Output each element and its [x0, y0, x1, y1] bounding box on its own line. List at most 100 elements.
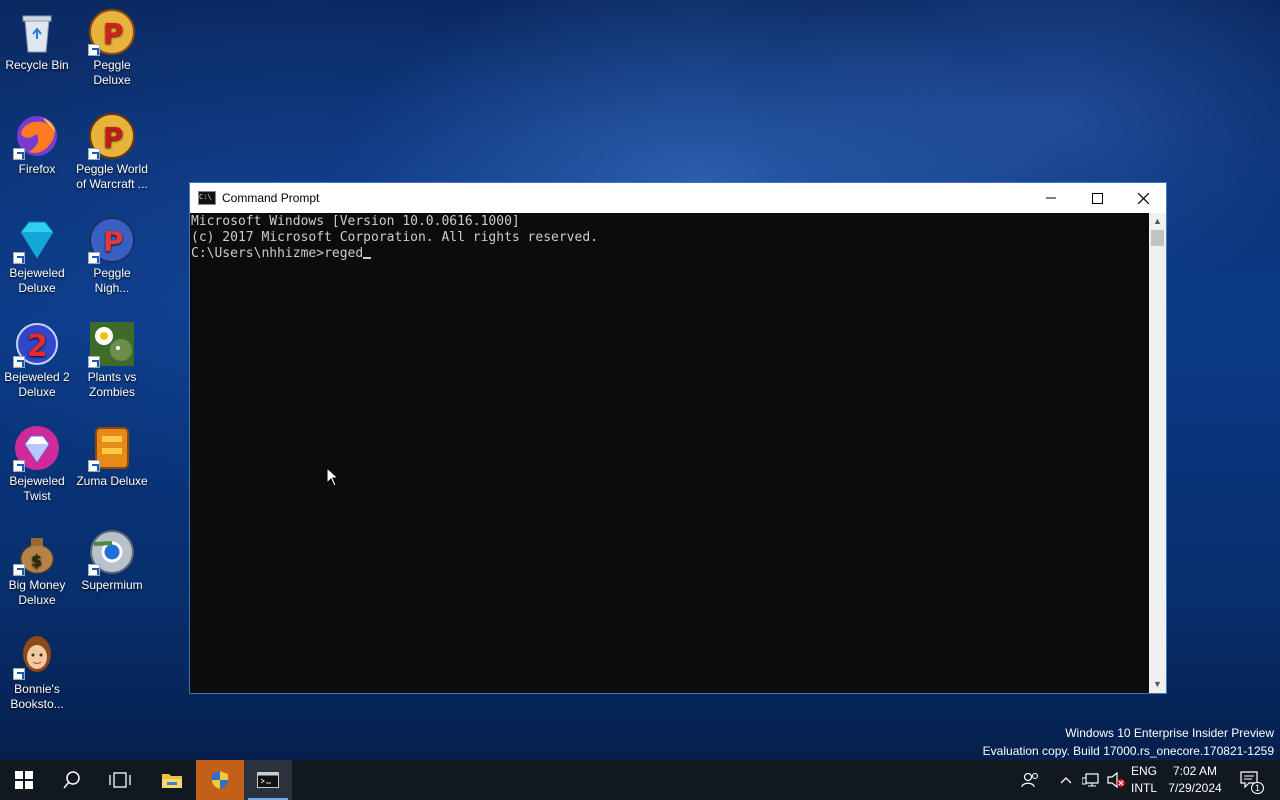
console-line: Microsoft Windows [Version 10.0.0616.100… — [191, 214, 520, 229]
desktop-icon-label: Peggle Nigh... — [93, 266, 131, 295]
bejeweled-2-icon: 2 — [13, 320, 61, 368]
desktop-icon-recycle-bin[interactable]: Recycle Bin — [0, 8, 74, 73]
scroll-down-arrow-icon[interactable]: ▼ — [1149, 676, 1166, 693]
desktop-icon-label: Bonnie's Booksto... — [10, 682, 64, 711]
recycle-bin-icon — [13, 8, 61, 56]
start-button[interactable] — [0, 760, 48, 800]
svg-text:P: P — [103, 225, 124, 258]
shortcut-arrow-icon — [13, 668, 25, 680]
desktop-icon-zuma-deluxe[interactable]: Zuma Deluxe — [75, 424, 149, 489]
cmd-icon — [257, 772, 279, 788]
peggle-icon: P — [88, 8, 136, 56]
desktop-icon-bejeweled-twist[interactable]: Bejeweled Twist — [0, 424, 74, 504]
show-hidden-icons-button[interactable] — [1056, 760, 1076, 800]
folder-icon — [162, 774, 182, 788]
maximize-button[interactable] — [1074, 183, 1120, 213]
plants-vs-zombies-icon — [88, 320, 136, 368]
desktop-icon-label: Firefox — [18, 162, 56, 176]
peggle-wow-icon: P — [88, 112, 136, 160]
desktop-icon-peggle-wow[interactable]: P Peggle World of Warcraft ... — [75, 112, 149, 192]
evaluation-watermark: Windows 10 Enterprise Insider Preview Ev… — [983, 724, 1274, 760]
desktop-icon-supermium[interactable]: Supermium — [75, 528, 149, 593]
shield-icon — [212, 771, 228, 789]
desktop-icons: Recycle Bin P Peggle Deluxe Firefox P Pe… — [0, 0, 190, 760]
shortcut-arrow-icon — [88, 252, 100, 264]
shortcut-arrow-icon — [13, 564, 25, 576]
console-input-line[interactable]: C:\Users\nhhizme>reged — [191, 246, 1149, 262]
cmd-app-icon: C:\ — [198, 191, 216, 205]
network-button[interactable] — [1078, 760, 1104, 800]
watermark-build: Evaluation copy. Build 17000.rs_onecore.… — [982, 744, 1274, 758]
clock[interactable]: 7:02 AM 7/29/2024 — [1162, 763, 1228, 797]
people-icon — [1021, 772, 1039, 788]
desktop-icon-label: Bejeweled Twist — [9, 474, 65, 503]
desktop-icon-label: Supermium — [81, 578, 143, 592]
desktop-icon-label: Zuma Deluxe — [76, 474, 148, 488]
console-output[interactable]: Microsoft Windows [Version 10.0.0616.100… — [190, 213, 1149, 693]
maximize-icon — [1091, 192, 1103, 204]
minimize-icon — [1046, 197, 1056, 199]
scrollbar-thumb[interactable] — [1151, 230, 1164, 246]
console-prompt: C:\Users\nhhizme> — [191, 246, 325, 261]
minimize-button[interactable] — [1028, 183, 1074, 213]
close-button[interactable] — [1120, 183, 1166, 213]
shortcut-arrow-icon — [88, 460, 100, 472]
desktop-icon-label: Bejeweled Deluxe — [9, 266, 65, 295]
money-bag-icon: $ — [13, 528, 61, 576]
desktop-icon-big-money[interactable]: $ Big Money Deluxe — [0, 528, 74, 608]
task-view-button[interactable] — [96, 760, 144, 800]
desktop-icon-bejeweled-2[interactable]: 2 Bejeweled 2 Deluxe — [0, 320, 74, 400]
search-button[interactable] — [48, 760, 96, 800]
desktop-icon-label: Plants vs Zombies — [87, 370, 137, 399]
supermium-browser-icon — [88, 528, 136, 576]
shortcut-arrow-icon — [13, 148, 25, 160]
notification-count-badge: 1 — [1250, 782, 1264, 794]
taskbar-file-explorer[interactable] — [148, 760, 196, 800]
diamond-gem-icon — [13, 216, 61, 264]
watermark-edition: Windows 10 Enterprise Insider Preview — [1065, 726, 1274, 740]
taskbar: ENG INTL 7:02 AM 7/29/2024 1 — [0, 760, 1280, 800]
volume-muted-icon — [1107, 772, 1125, 788]
action-center-button[interactable]: 1 — [1232, 760, 1268, 800]
shortcut-arrow-icon — [88, 356, 100, 368]
input-language-indicator[interactable]: ENG INTL — [1128, 763, 1160, 797]
zuma-icon — [88, 424, 136, 472]
shortcut-arrow-icon — [88, 148, 100, 160]
taskbar-security-shield[interactable] — [196, 760, 244, 800]
close-icon — [1137, 192, 1149, 204]
mouse-pointer-icon — [326, 467, 340, 487]
shortcut-arrow-icon — [13, 356, 25, 368]
desktop-icon-label: Peggle Deluxe — [93, 58, 131, 87]
shortcut-arrow-icon — [88, 44, 100, 56]
volume-button[interactable] — [1104, 760, 1128, 800]
command-prompt-window[interactable]: C:\ Command Prompt Microsoft Windows [Ve… — [189, 182, 1167, 694]
window-titlebar[interactable]: C:\ Command Prompt — [190, 183, 1166, 213]
desktop-icon-peggle-nights[interactable]: P Peggle Nigh... — [75, 216, 149, 296]
people-button[interactable] — [1008, 760, 1052, 800]
desktop-icon-peggle-deluxe[interactable]: P Peggle Deluxe — [75, 8, 149, 88]
desktop-icon-firefox[interactable]: Firefox — [0, 112, 74, 177]
console-typed-command: reged — [324, 246, 364, 261]
bonnie-character-icon — [13, 632, 61, 680]
keyboard-layout: INTL — [1130, 781, 1157, 795]
svg-text:P: P — [103, 121, 124, 154]
network-icon — [1082, 773, 1099, 787]
taskbar-command-prompt[interactable] — [244, 760, 292, 800]
window-title: Command Prompt — [222, 191, 320, 205]
shortcut-arrow-icon — [13, 460, 25, 472]
scroll-up-arrow-icon[interactable]: ▲ — [1149, 213, 1166, 230]
svg-text:2: 2 — [27, 329, 48, 364]
chevron-up-icon — [1060, 777, 1072, 784]
desktop-icon-bonnies-bookstore[interactable]: Bonnie's Booksto... — [0, 632, 74, 712]
task-view-icon — [109, 772, 131, 788]
desktop-icon-label: Recycle Bin — [5, 58, 69, 72]
desktop-icon-plants-vs-zombies[interactable]: Plants vs Zombies — [75, 320, 149, 400]
desktop-icon-label: Big Money Deluxe — [8, 578, 66, 607]
firefox-icon — [13, 112, 61, 160]
console-line: (c) 2017 Microsoft Corporation. All righ… — [191, 230, 598, 245]
clock-date: 7/29/2024 — [1168, 781, 1222, 795]
bejeweled-twist-icon — [13, 424, 61, 472]
vertical-scrollbar[interactable]: ▲ ▼ — [1149, 213, 1166, 693]
desktop-icon-bejeweled-deluxe[interactable]: Bejeweled Deluxe — [0, 216, 74, 296]
desktop-icon-label: Bejeweled 2 Deluxe — [4, 370, 70, 399]
